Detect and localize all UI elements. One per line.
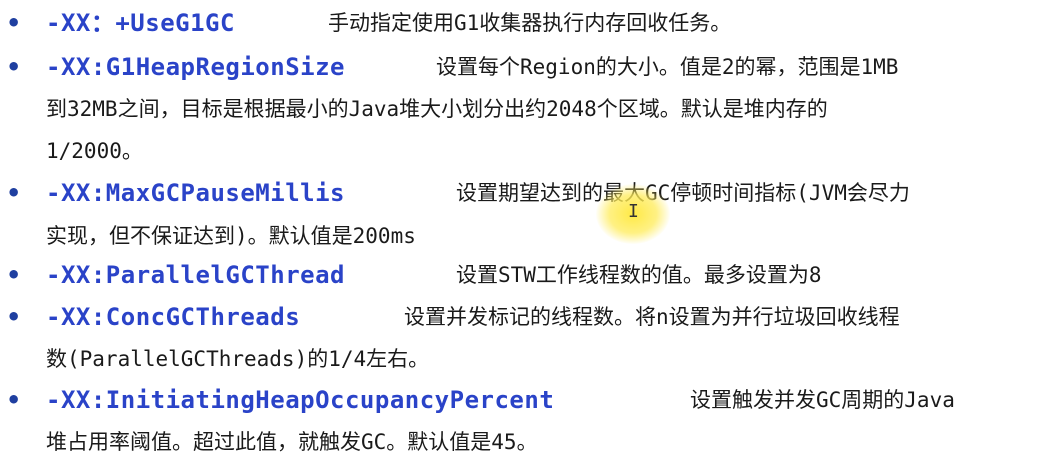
option-name: -XX:ParallelGCThread xyxy=(46,261,345,289)
option-description: 设置每个Region的大小。值是2的幂，范围是1MB xyxy=(436,55,899,79)
option-description: 设置STW工作线程数的值。最多设置为8 xyxy=(456,263,822,287)
bullet-icon: • xyxy=(6,9,22,37)
option-description-cont: 数(ParallelGCThreads)的1/4左右。 xyxy=(46,347,430,371)
text-cursor-icon: I xyxy=(628,201,639,222)
option-name: -XX:G1HeapRegionSize xyxy=(46,53,345,81)
option-name: -XX：+UseG1GC xyxy=(46,9,235,37)
bullet-icon: • xyxy=(6,386,22,414)
option-description-cont: 到32MB之间，目标是根据最小的Java堆大小划分出约2048个区域。默认是堆内… xyxy=(46,97,828,121)
bullet-icon: • xyxy=(6,303,22,331)
option-description: 手动指定使用G1收集器执行内存回收任务。 xyxy=(328,11,732,35)
option-description: 设置并发标记的线程数。将n设置为并行垃圾回收线程 xyxy=(404,305,900,329)
bullet-icon: • xyxy=(6,261,22,289)
option-description-cont: 1/2000。 xyxy=(46,139,143,163)
option-name: -XX:MaxGCPauseMillis xyxy=(46,179,345,207)
option-description-cont: 堆占用率阈值。超过此值，就触发GC。默认值是45。 xyxy=(46,430,538,454)
slide: • -XX：+UseG1GC 手动指定使用G1收集器执行内存回收任务。 • -X… xyxy=(0,0,1043,459)
option-name: -XX:ConcGCThreads xyxy=(46,303,301,331)
option-description: 设置期望达到的最大GC停顿时间指标(JVM会尽力 xyxy=(456,181,910,205)
bullet-icon: • xyxy=(6,179,22,207)
option-description-cont: 实现，但不保证达到)。默认值是200ms xyxy=(46,224,416,248)
option-name: -XX:InitiatingHeapOccupancyPercent xyxy=(46,386,555,414)
option-description: 设置触发并发GC周期的Java xyxy=(690,388,955,412)
bullet-icon: • xyxy=(6,53,22,81)
